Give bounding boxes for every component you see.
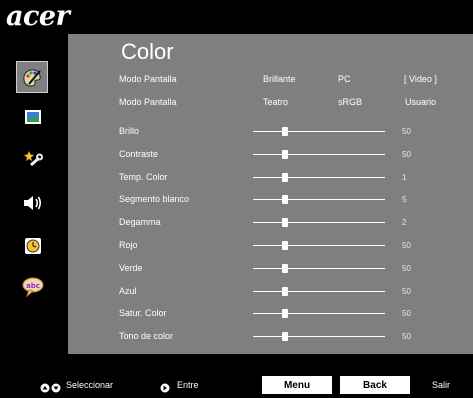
display-mode-option[interactable]: Teatro <box>263 97 288 107</box>
slider-thumb[interactable] <box>282 309 288 318</box>
slider-label: Satur. Color <box>119 308 167 318</box>
slider-value: 5 <box>402 195 407 204</box>
color-panel: Color Modo Pantalla Brillante PC [ Video… <box>68 34 473 354</box>
slider-label: Segmento blanco <box>119 194 190 204</box>
svg-text:abc: abc <box>26 282 40 290</box>
slider-thumb[interactable] <box>282 218 288 227</box>
display-mode-option[interactable]: sRGB <box>338 97 362 107</box>
enter-hint: Entre <box>177 380 199 390</box>
footer-bar: Seleccionar Entre Menu Back Salir <box>0 373 473 398</box>
menu-button[interactable]: Menu <box>262 376 332 394</box>
slider-label: Azul <box>119 286 137 296</box>
slider-value: 50 <box>402 309 411 318</box>
slider-label: Rojo <box>119 240 138 250</box>
exit-hint: Salir <box>432 380 451 390</box>
display-mode-option[interactable]: Usuario <box>405 97 436 107</box>
slider-thumb[interactable] <box>282 173 288 182</box>
slider-value: 50 <box>402 332 411 341</box>
back-button[interactable]: Back <box>340 376 410 394</box>
slider-value: 50 <box>402 241 411 250</box>
timer-icon[interactable] <box>20 233 46 259</box>
display-mode-label: Modo Pantalla <box>119 97 177 107</box>
slider-label: Contraste <box>119 149 159 159</box>
image-icon[interactable] <box>20 104 46 130</box>
language-icon[interactable]: abc <box>20 274 46 300</box>
slider-label: Degamma <box>119 217 161 227</box>
slider-track[interactable] <box>253 268 385 269</box>
slider-value: 1 <box>402 173 407 182</box>
slider-value: 2 <box>402 218 407 227</box>
color-icon[interactable] <box>16 61 48 93</box>
display-mode-option-selected[interactable]: [ Video ] <box>404 74 437 84</box>
slider-value: 50 <box>402 287 411 296</box>
slider-label: Verde <box>119 263 143 273</box>
display-mode-option[interactable]: Brillante <box>263 74 296 84</box>
slider-track[interactable] <box>253 291 385 292</box>
slider-value: 50 <box>402 127 411 136</box>
slider-thumb[interactable] <box>282 241 288 250</box>
right-arrow-icon <box>160 380 170 398</box>
slider-track[interactable] <box>253 131 385 132</box>
select-hint: Seleccionar <box>66 380 114 390</box>
slider-thumb[interactable] <box>282 150 288 159</box>
display-mode-label: Modo Pantalla <box>119 74 177 84</box>
slider-thumb[interactable] <box>282 287 288 296</box>
top-bar: acer <box>0 0 473 34</box>
slider-track[interactable] <box>253 154 385 155</box>
slider-track[interactable] <box>253 199 385 200</box>
slider-track[interactable] <box>253 177 385 178</box>
osd-screen: acer abc Color Modo Pantalla Brillante P… <box>0 0 473 398</box>
slider-track[interactable] <box>253 245 385 246</box>
up-down-arrows-icon <box>40 380 62 398</box>
display-mode-option[interactable]: PC <box>338 74 351 84</box>
slider-thumb[interactable] <box>282 264 288 273</box>
acer-logo: acer <box>6 1 70 32</box>
slider-thumb[interactable] <box>282 127 288 136</box>
slider-track[interactable] <box>253 222 385 223</box>
slider-label: Temp. Color <box>119 172 168 182</box>
slider-value: 50 <box>402 264 411 273</box>
slider-thumb[interactable] <box>282 332 288 341</box>
slider-track[interactable] <box>253 336 385 337</box>
audio-icon[interactable] <box>20 190 46 216</box>
management-icon[interactable] <box>20 146 46 172</box>
page-title: Color <box>121 39 174 64</box>
slider-value: 50 <box>402 150 411 159</box>
slider-thumb[interactable] <box>282 195 288 204</box>
slider-label: Brillo <box>119 126 140 136</box>
slider-label: Tono de color <box>119 331 174 341</box>
sidebar: abc <box>0 34 68 354</box>
slider-track[interactable] <box>253 313 385 314</box>
